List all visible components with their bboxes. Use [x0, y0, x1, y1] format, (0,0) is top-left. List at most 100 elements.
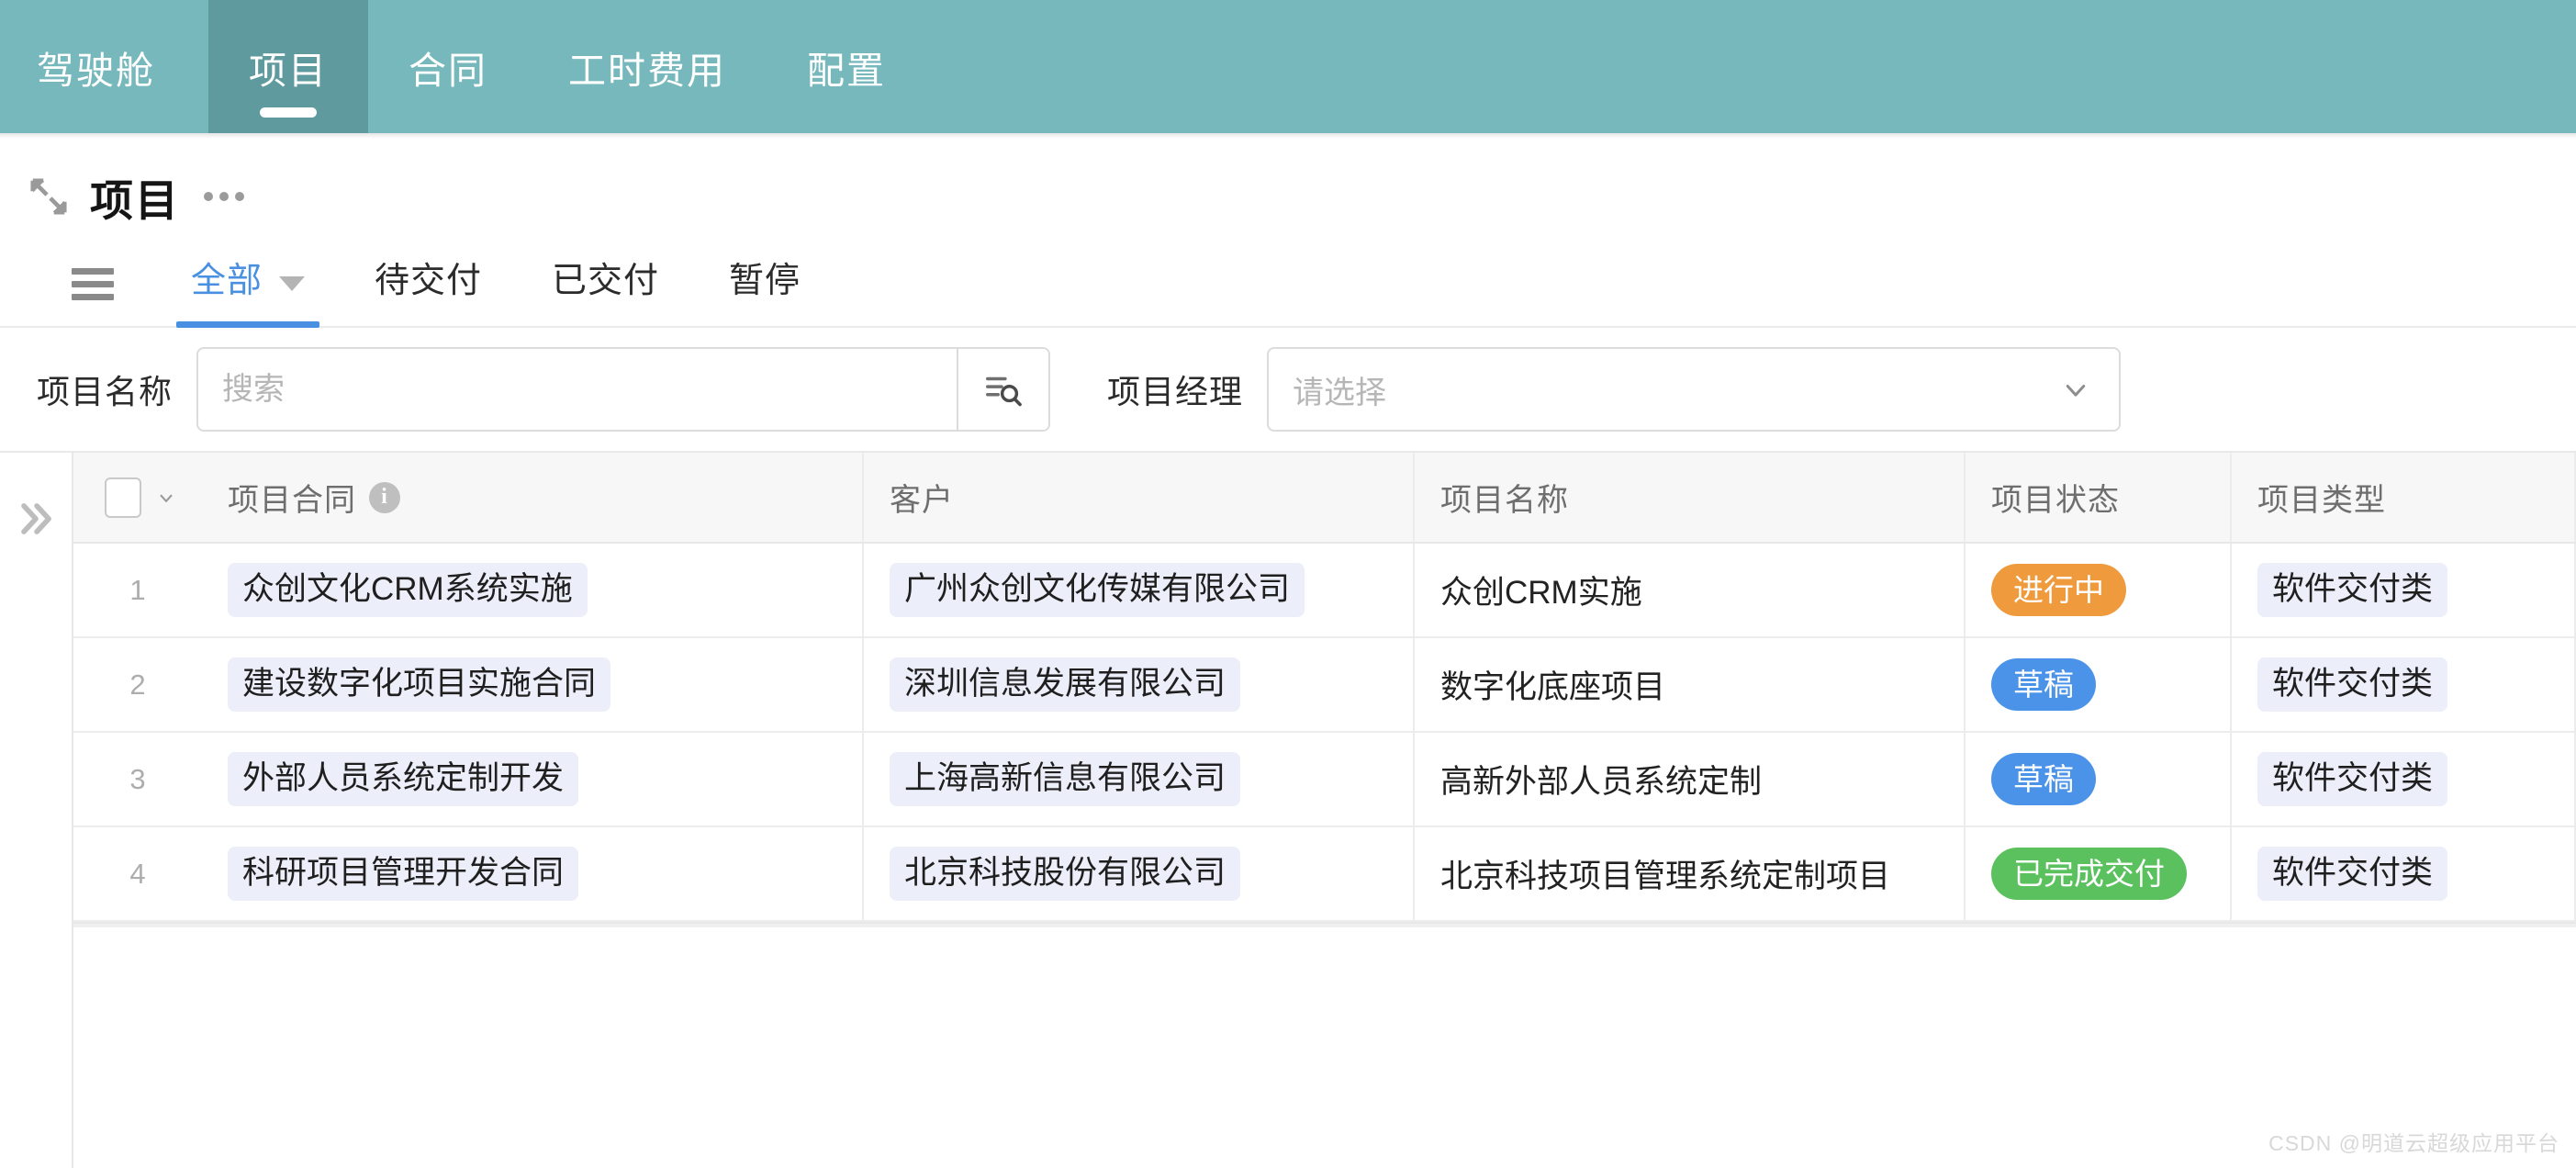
- cell-type[interactable]: 软件交付类: [2231, 826, 2576, 922]
- contract-chip[interactable]: 众创文化CRM系统实施: [228, 563, 588, 617]
- nav-active-indicator: [260, 107, 317, 118]
- cell-status[interactable]: 已完成交付: [1965, 826, 2232, 922]
- chevron-down-icon[interactable]: [279, 276, 306, 291]
- col-header-contract[interactable]: 项目合同 i: [202, 453, 864, 544]
- left-rail: [0, 453, 72, 1035]
- nav-tab-label: 驾驶舱: [37, 49, 155, 92]
- cell-project-name[interactable]: 高新外部人员系统定制: [1414, 732, 1966, 827]
- contract-chip[interactable]: 外部人员系统定制开发: [228, 752, 579, 806]
- more-horizontal-icon[interactable]: [200, 183, 248, 210]
- cell-customer[interactable]: 北京科技股份有限公司: [863, 826, 1415, 922]
- view-tab-label: 已交付: [552, 262, 660, 300]
- customer-chip[interactable]: 上海高新信息有限公司: [890, 752, 1241, 806]
- info-circle-icon[interactable]: i: [369, 481, 400, 513]
- col-header-project-name[interactable]: 项目名称: [1414, 453, 1966, 544]
- dot: [219, 192, 229, 201]
- status-badge: 草稿: [1991, 752, 2096, 806]
- table-row[interactable]: 3 外部人员系统定制开发 上海高新信息有限公司 高新外部人员系统定制 草稿 软件…: [73, 732, 2576, 827]
- table-header-row: 项目合同 i 客户 项目名称 项目状态 项目类型: [73, 453, 2576, 544]
- nav-tab-label: 配置: [807, 49, 886, 92]
- table-area: 项目合同 i 客户 项目名称 项目状态 项目类型 1 众创文化CRM系统实施 广…: [0, 453, 2576, 1035]
- nav-tab-config[interactable]: 配置: [767, 0, 926, 133]
- page-header: 项目: [0, 139, 2576, 227]
- cell-contract[interactable]: 科研项目管理开发合同: [202, 826, 864, 922]
- view-tab-all[interactable]: 全部: [176, 252, 320, 328]
- chevron-double-right-icon[interactable]: [12, 495, 60, 543]
- cell-contract[interactable]: 建设数字化项目实施合同: [202, 637, 864, 733]
- status-badge: 进行中: [1991, 563, 2126, 617]
- customer-chip[interactable]: 北京科技股份有限公司: [890, 847, 1241, 901]
- col-header-label: 项目合同: [228, 483, 356, 518]
- app-root: 驾驶舱 项目 合同 工时费用 配置 项目 全部 待交付 已交付 暂停 项目名称 …: [0, 0, 2576, 1168]
- cell-customer[interactable]: 上海高新信息有限公司: [863, 732, 1415, 827]
- cell-contract[interactable]: 外部人员系统定制开发: [202, 732, 864, 827]
- status-badge: 已完成交付: [1991, 847, 2187, 901]
- project-manager-filter-label: 项目经理: [1107, 373, 1244, 410]
- cell-type[interactable]: 软件交付类: [2231, 543, 2576, 638]
- view-tab-delivered[interactable]: 已交付: [537, 252, 674, 326]
- nav-tab-label: 项目: [249, 49, 328, 92]
- cell-contract[interactable]: 众创文化CRM系统实施: [202, 543, 864, 638]
- cell-status[interactable]: 草稿: [1965, 732, 2232, 827]
- bar: [72, 268, 114, 275]
- select-menu-chevron-down-icon[interactable]: [154, 486, 178, 510]
- nav-tab-label: 合同: [409, 49, 487, 92]
- customer-chip[interactable]: 深圳信息发展有限公司: [890, 657, 1241, 712]
- page-title: 项目: [90, 175, 180, 225]
- col-header-status[interactable]: 项目状态: [1965, 453, 2232, 544]
- filter-search-icon[interactable]: [957, 349, 1049, 430]
- view-tab-label: 待交付: [375, 262, 483, 300]
- nav-tab-timecost[interactable]: 工时费用: [528, 0, 767, 133]
- nav-tab-project[interactable]: 项目: [208, 0, 368, 133]
- type-chip[interactable]: 软件交付类: [2257, 752, 2448, 806]
- nav-tab-contract[interactable]: 合同: [368, 0, 528, 133]
- col-header-type[interactable]: 项目类型: [2231, 453, 2576, 544]
- cell-customer[interactable]: 广州众创文化传媒有限公司: [863, 543, 1415, 638]
- row-number: 3: [73, 732, 202, 827]
- table-row[interactable]: 1 众创文化CRM系统实施 广州众创文化传媒有限公司 众创CRM实施 进行中 软…: [73, 543, 2576, 638]
- cell-status[interactable]: 进行中: [1965, 543, 2232, 638]
- cell-type[interactable]: 软件交付类: [2231, 637, 2576, 733]
- project-name-filter-label: 项目名称: [37, 373, 174, 410]
- dot: [204, 192, 213, 201]
- type-chip[interactable]: 软件交付类: [2257, 563, 2448, 617]
- view-tab-pending-delivery[interactable]: 待交付: [360, 252, 497, 326]
- bar: [72, 281, 114, 287]
- search-input[interactable]: [198, 349, 958, 430]
- cell-project-name[interactable]: 数字化底座项目: [1414, 637, 1966, 733]
- status-badge: 草稿: [1991, 657, 2096, 712]
- cell-type[interactable]: 软件交付类: [2231, 732, 2576, 827]
- type-chip[interactable]: 软件交付类: [2257, 657, 2448, 712]
- contract-chip[interactable]: 科研项目管理开发合同: [228, 847, 579, 901]
- table-row[interactable]: 2 建设数字化项目实施合同 深圳信息发展有限公司 数字化底座项目 草稿 软件交付…: [73, 637, 2576, 733]
- table-empty-space: [72, 1035, 2576, 1168]
- project-manager-placeholder: 请选择: [1293, 375, 1387, 410]
- top-navigation: 驾驶舱 项目 合同 工时费用 配置: [0, 0, 2576, 133]
- dot: [235, 192, 244, 201]
- customer-chip[interactable]: 广州众创文化传媒有限公司: [890, 563, 1305, 617]
- contract-chip[interactable]: 建设数字化项目实施合同: [228, 657, 611, 712]
- cell-status[interactable]: 草稿: [1965, 637, 2232, 733]
- type-chip[interactable]: 软件交付类: [2257, 847, 2448, 901]
- table-row[interactable]: 4 科研项目管理开发合同 北京科技股份有限公司 北京科技项目管理系统定制项目 已…: [73, 826, 2576, 922]
- data-grid: 项目合同 i 客户 项目名称 项目状态 项目类型 1 众创文化CRM系统实施 广…: [72, 453, 2576, 1035]
- chevron-down-icon: [2066, 385, 2086, 397]
- hamburger-icon[interactable]: [72, 268, 114, 300]
- select-all-checkbox[interactable]: [105, 477, 141, 518]
- row-number: 1: [73, 543, 202, 638]
- project-name-search-wrap: [196, 347, 1051, 432]
- cell-customer[interactable]: 深圳信息发展有限公司: [863, 637, 1415, 733]
- table-footer-divider: [73, 922, 2576, 927]
- view-tab-paused[interactable]: 暂停: [714, 252, 815, 326]
- expand-diagonal-icon[interactable]: [28, 175, 70, 218]
- filter-bar: 项目名称 项目经理 请选择: [0, 328, 2576, 453]
- row-number: 4: [73, 826, 202, 922]
- projects-table: 项目合同 i 客户 项目名称 项目状态 项目类型 1 众创文化CRM系统实施 广…: [73, 453, 2576, 922]
- view-tab-bar: 全部 待交付 已交付 暂停: [0, 227, 2576, 328]
- nav-tab-cockpit[interactable]: 驾驶舱: [0, 0, 208, 133]
- col-header-customer[interactable]: 客户: [863, 453, 1415, 544]
- view-tab-label: 全部: [191, 262, 263, 300]
- cell-project-name[interactable]: 众创CRM实施: [1414, 543, 1966, 638]
- cell-project-name[interactable]: 北京科技项目管理系统定制项目: [1414, 826, 1966, 922]
- project-manager-select[interactable]: 请选择: [1267, 347, 2122, 432]
